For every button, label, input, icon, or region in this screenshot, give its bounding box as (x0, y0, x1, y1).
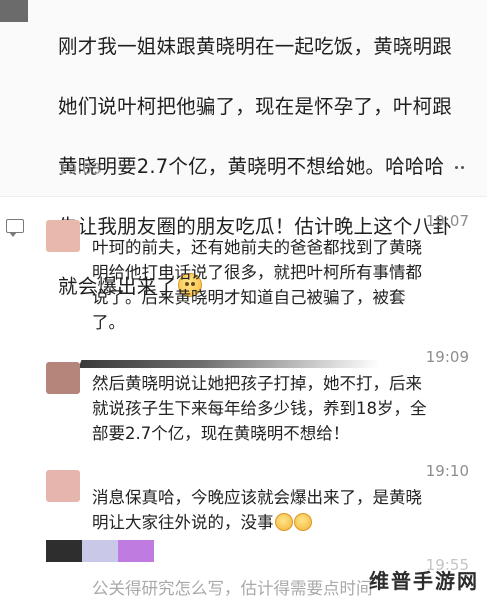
comment-line-text: 明让大家往外说的，没事 (92, 513, 274, 532)
comment-text: 消息保真哈，今晚应该就会爆出来了，是黄晓 明让大家往外说的，没事 (92, 485, 476, 535)
comment-time: 19:10 (425, 462, 469, 480)
comment-line: 消息保真哈，今晚应该就会爆出来了，是黄晓 (92, 488, 422, 507)
avatar[interactable] (46, 220, 80, 252)
more-options-icon[interactable] (455, 166, 464, 169)
comment-time: 19:07 (425, 212, 469, 230)
watermark-logo: 维普手游网 (369, 569, 479, 593)
comment-time: 19:09 (425, 348, 469, 366)
comment-line: 明让大家往外说的，没事 (92, 510, 476, 535)
comment-line: 明给他打电话说了很多，就把叶柯所有事情都 (92, 263, 422, 282)
avatar[interactable] (46, 540, 154, 562)
comment-line: 就说孩子生下来每年给多少钱，养到18岁，全 (92, 399, 427, 418)
comment-text: 叶珂的前夫，还有她前夫的爸爸都找到了黄晓 明给他打电话说了很多，就把叶柯所有事情… (92, 235, 476, 335)
post-line: 她们说叶柯把他骗了，现在是怀孕了，叶柯跟 (58, 95, 453, 118)
divider (0, 196, 487, 197)
main-post: 刚才我一姐妹跟黄晓明在一起吃饭，黄晓明跟 她们说叶柯把他骗了，现在是怀孕了，叶柯… (0, 0, 487, 298)
post-line: 黄晓明要2.7个亿，黄晓明不想给她。哈哈哈 (58, 155, 445, 178)
comment-icon[interactable] (6, 219, 24, 237)
comment-line: 然后黄晓明说让她把孩子打掉，她不打，后来 (92, 374, 422, 393)
grinning-face-icon (293, 513, 312, 531)
comment-line: 部要2.7个亿，现在黄晓明不想给！ (92, 424, 350, 443)
avatar[interactable] (46, 470, 80, 502)
post-line: 刚才我一姐妹跟黄晓明在一起吃饭，黄晓明跟 (58, 35, 453, 58)
comment-line: 了。 (92, 313, 125, 332)
comment-text: 然后黄晓明说让她把孩子打掉，她不打，后来 就说孩子生下来每年给多少钱，养到18岁… (92, 371, 476, 446)
comment-line: 叶珂的前夫，还有她前夫的爸爸都找到了黄晓 (92, 238, 422, 257)
redacted-bar (78, 360, 382, 368)
comment-line: 说了。后来黄晓明才知道自己被骗了，被套 (92, 288, 406, 307)
grinning-face-icon (274, 513, 293, 531)
post-time: 19:03 (58, 160, 102, 178)
post-avatar[interactable] (0, 0, 28, 22)
avatar[interactable] (46, 362, 80, 394)
